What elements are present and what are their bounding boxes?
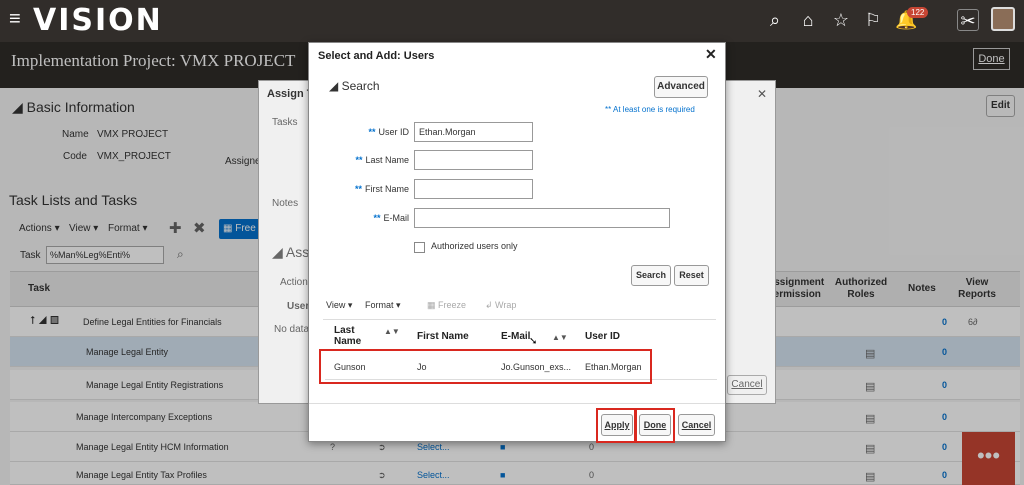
sort-icon[interactable]: ▲▼ bbox=[552, 333, 568, 342]
email-label: ** E-Mail bbox=[309, 213, 409, 223]
assign-user-column: User bbox=[287, 301, 310, 312]
col-email[interactable]: E-Mail bbox=[501, 331, 530, 342]
no-data-text: No data bbox=[274, 324, 310, 335]
footer-divider bbox=[309, 403, 725, 404]
required-marker: ** bbox=[354, 184, 362, 194]
close-icon[interactable]: ✕ bbox=[705, 46, 717, 63]
freeze-label: Freeze bbox=[438, 300, 467, 310]
assign-cancel-button[interactable]: Cancel bbox=[727, 375, 767, 395]
highlight-apply bbox=[596, 408, 636, 443]
email-label-text: E-Mail bbox=[383, 213, 409, 223]
search-icon[interactable]: ⌕ bbox=[764, 9, 786, 31]
last-name-label: ** Last Name bbox=[309, 155, 409, 165]
view-menu[interactable]: View ▾ bbox=[326, 300, 352, 311]
mouse-pointer-icon: ➘ bbox=[529, 336, 538, 347]
view-menu-label: View bbox=[326, 300, 346, 310]
required-marker: ** bbox=[373, 213, 381, 223]
first-name-label-text: First Name bbox=[364, 184, 409, 194]
required-note: ** At least one is required bbox=[605, 105, 695, 114]
last-name-input[interactable] bbox=[414, 150, 533, 170]
notification-count-badge: 122 bbox=[907, 7, 929, 18]
user-id-label: ** User ID bbox=[309, 127, 409, 137]
assign-dialog-title: Assign T bbox=[267, 88, 314, 100]
flag-icon[interactable]: ⚐ bbox=[862, 9, 884, 31]
first-name-label: ** First Name bbox=[309, 184, 409, 194]
assign-section-heading[interactable]: ◢ Ass bbox=[272, 244, 309, 261]
email-input[interactable] bbox=[414, 208, 670, 228]
col-last-name[interactable]: Last Name bbox=[334, 325, 374, 347]
assign-section-heading-text: Ass bbox=[285, 244, 310, 260]
user-id-input[interactable]: Ethan.Morgan bbox=[414, 122, 533, 142]
user-id-label-text: User ID bbox=[378, 127, 409, 137]
first-name-input[interactable] bbox=[414, 179, 533, 199]
reset-button[interactable]: Reset bbox=[674, 265, 709, 286]
authorized-only-label: Authorized users only bbox=[431, 241, 518, 251]
highlight-result-row bbox=[319, 349, 652, 384]
col-user-id[interactable]: User ID bbox=[585, 331, 620, 342]
search-button[interactable]: Search bbox=[631, 265, 671, 286]
table-divider bbox=[323, 319, 716, 320]
required-marker: ** bbox=[355, 155, 363, 165]
wrap-button[interactable]: ↲ Wrap bbox=[485, 300, 516, 311]
highlight-done bbox=[635, 408, 675, 443]
dialog-title: Select and Add: Users bbox=[318, 50, 435, 62]
format-menu[interactable]: Format ▾ bbox=[365, 300, 401, 311]
user-avatar[interactable] bbox=[991, 7, 1015, 31]
wrap-label: Wrap bbox=[495, 300, 517, 310]
tools-icon[interactable]: ✂ bbox=[957, 9, 979, 31]
app-logo: VISION bbox=[33, 3, 163, 38]
authorized-only-checkbox[interactable] bbox=[414, 242, 425, 253]
last-name-label-text: Last Name bbox=[365, 155, 409, 165]
select-users-dialog: Select and Add: Users ✕ ◢ Search Advance… bbox=[308, 42, 726, 443]
favorites-star-icon[interactable]: ☆ bbox=[830, 9, 852, 31]
format-menu-label: Format bbox=[365, 300, 394, 310]
advanced-button[interactable]: Advanced bbox=[654, 76, 708, 98]
assign-close-icon[interactable]: ✕ bbox=[757, 87, 767, 101]
cancel-button[interactable]: Cancel bbox=[678, 414, 715, 436]
search-section-heading[interactable]: ◢ Search bbox=[329, 79, 380, 93]
freeze-button[interactable]: ▦ Freeze bbox=[427, 300, 466, 311]
assign-notes-label: Notes bbox=[272, 198, 299, 209]
search-section-heading-text: Search bbox=[341, 79, 380, 93]
home-icon[interactable]: ⌂ bbox=[797, 9, 819, 31]
hamburger-menu-icon[interactable]: ≡ bbox=[9, 8, 21, 31]
assign-tasks-label: Tasks bbox=[272, 117, 298, 128]
sort-icon[interactable]: ▲▼ bbox=[384, 327, 400, 336]
required-marker: ** bbox=[368, 127, 376, 137]
top-bar: ≡ VISION ⌕ ⌂ ☆ ⚐ 🔔 122 ✂ bbox=[0, 0, 1024, 42]
col-first-name[interactable]: First Name bbox=[417, 331, 469, 342]
